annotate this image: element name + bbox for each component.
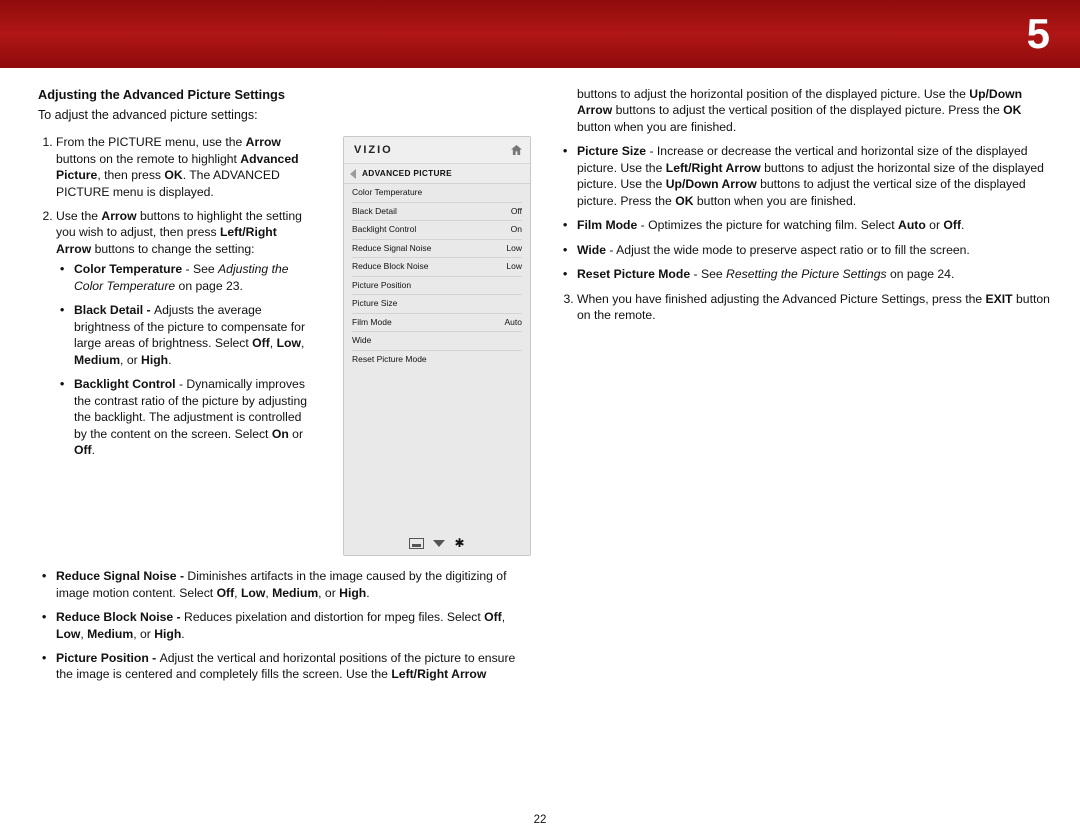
- right-column: buttons to adjust the horizontal positio…: [559, 86, 1052, 691]
- breadcrumb-label: ADVANCED PICTURE: [362, 168, 452, 179]
- menu-item: Film ModeAuto: [352, 314, 522, 332]
- bullet-reset-picture-mode: Reset Picture Mode - See Resetting the P…: [559, 266, 1052, 282]
- bullet-film-mode: Film Mode - Optimizes the picture for wa…: [559, 217, 1052, 233]
- bullet-wide: Wide - Adjust the wide mode to preserve …: [559, 242, 1052, 258]
- home-icon: [511, 145, 522, 155]
- menu-item: Reset Picture Mode: [352, 351, 522, 368]
- chapter-bar: 5: [0, 0, 1080, 68]
- bullet-color-temperature: Color Temperature - See Adjusting the Co…: [56, 261, 308, 294]
- content-columns: Adjusting the Advanced Picture Settings …: [0, 68, 1080, 691]
- menu-item: Reduce Signal NoiseLow: [352, 240, 522, 258]
- bullet-black-detail: Black Detail - Adjusts the average brigh…: [56, 302, 308, 368]
- menu-item: Reduce Block NoiseLow: [352, 258, 522, 276]
- chapter-number: 5: [1027, 10, 1050, 58]
- back-arrow-icon: [350, 169, 356, 179]
- menu-item: Picture Size: [352, 295, 522, 313]
- section-heading: Adjusting the Advanced Picture Settings: [38, 86, 531, 103]
- osd-footer: ✱: [344, 537, 530, 549]
- picture-icon: [409, 538, 424, 549]
- chevron-down-icon: [433, 540, 445, 547]
- gear-icon: ✱: [454, 537, 464, 549]
- settings-bullets-right: Picture Size - Increase or decrease the …: [559, 143, 1052, 282]
- bullet-reduce-signal-noise: Reduce Signal Noise - Diminishes artifac…: [38, 568, 531, 601]
- osd-screenshot: VIZIO ADVANCED PICTURE Color Temperature…: [343, 136, 531, 556]
- bullet-backlight-control: Backlight Control - Dynamically improves…: [56, 376, 308, 458]
- osd-breadcrumb: ADVANCED PICTURE: [344, 164, 530, 184]
- settings-bullets: Color Temperature - See Adjusting the Co…: [56, 261, 308, 458]
- osd-menu: Color Temperature Black DetailOff Backli…: [344, 184, 530, 368]
- bullet-reduce-block-noise: Reduce Block Noise - Reduces pixelation …: [38, 609, 531, 642]
- brand-logo: VIZIO: [354, 143, 393, 158]
- menu-item: Backlight ControlOn: [352, 221, 522, 239]
- steps-list: From the PICTURE menu, use the Arrow but…: [56, 134, 308, 458]
- picture-position-continued: buttons to adjust the horizontal positio…: [577, 86, 1052, 135]
- left-column: Adjusting the Advanced Picture Settings …: [38, 86, 531, 691]
- bullet-picture-size: Picture Size - Increase or decrease the …: [559, 143, 1052, 209]
- step-1: From the PICTURE menu, use the Arrow but…: [56, 134, 308, 200]
- settings-bullets-wide: Reduce Signal Noise - Diminishes artifac…: [38, 568, 531, 683]
- page-number: 22: [0, 814, 1080, 826]
- left-text-block: From the PICTURE menu, use the Arrow but…: [38, 134, 308, 466]
- bullet-picture-position: Picture Position - Adjust the vertical a…: [38, 650, 531, 683]
- manual-page: 5 Adjusting the Advanced Picture Setting…: [0, 0, 1080, 834]
- step-2: Use the Arrow buttons to highlight the s…: [56, 208, 308, 459]
- intro-text: To adjust the advanced picture settings:: [38, 107, 531, 124]
- menu-item: Black DetailOff: [352, 203, 522, 221]
- menu-item: Color Temperature: [352, 184, 522, 202]
- step-3: When you have finished adjusting the Adv…: [577, 291, 1052, 324]
- menu-item: Picture Position: [352, 277, 522, 295]
- menu-item: Wide: [352, 332, 522, 350]
- steps-list-continued: When you have finished adjusting the Adv…: [577, 291, 1052, 324]
- osd-header: VIZIO: [344, 137, 530, 164]
